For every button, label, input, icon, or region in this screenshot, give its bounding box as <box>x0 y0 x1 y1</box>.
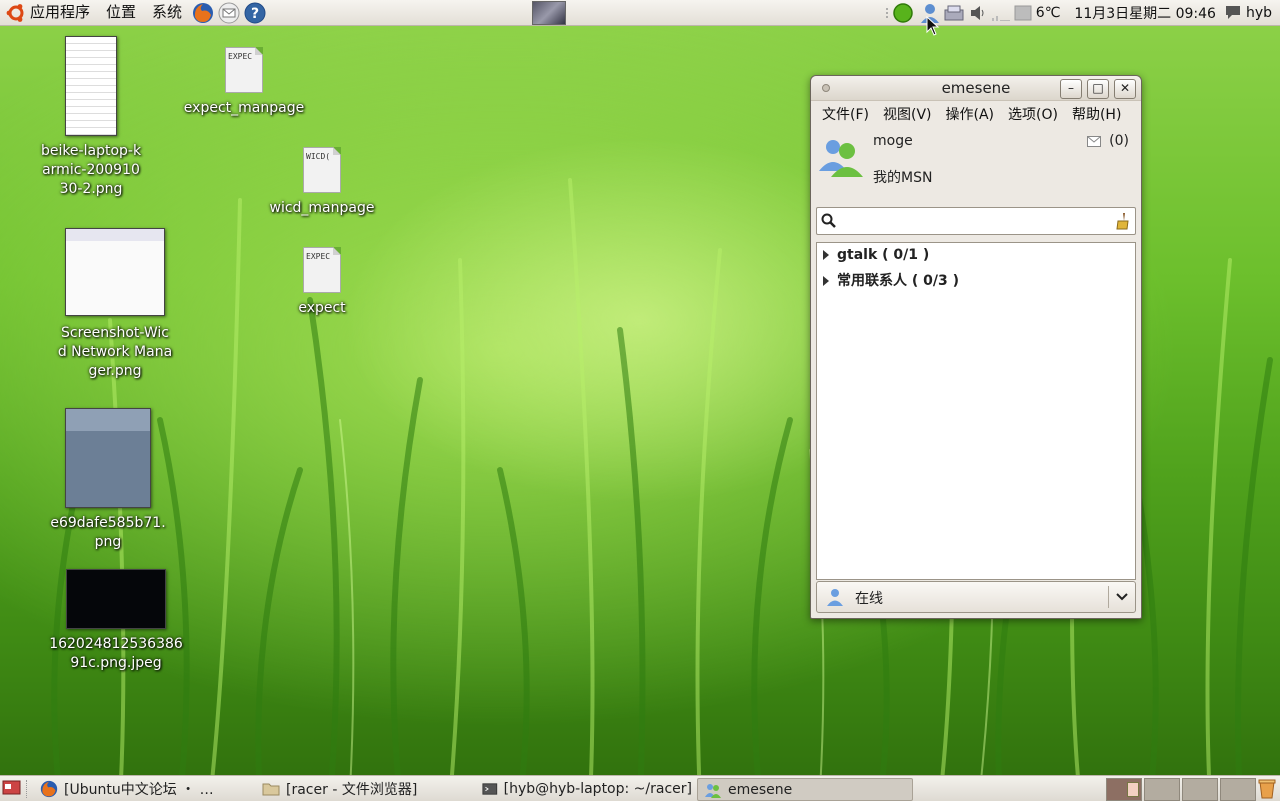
status-selector[interactable]: 在线 <box>816 581 1136 613</box>
firefox-icon <box>40 780 58 797</box>
expand-arrow-icon[interactable] <box>823 276 829 286</box>
show-desktop-icon[interactable] <box>2 779 22 797</box>
wireless-signal-icon[interactable] <box>988 2 1014 24</box>
contact-list[interactable]: gtalk ( 0/1 ) 常用联系人 ( 0/3 ) <box>816 242 1136 580</box>
tray-handle-icon <box>885 7 888 18</box>
taskbar-item-emesene[interactable]: emesene <box>697 778 913 801</box>
menubar: 文件(F) 视图(V) 操作(A) 选项(O) 帮助(H) <box>811 101 1141 127</box>
menu-view[interactable]: 视图(V) <box>876 104 939 124</box>
image-thumbnail <box>65 36 117 136</box>
image-thumbnail <box>65 408 151 508</box>
weather-temperature[interactable]: 6℃ <box>1032 5 1065 21</box>
text-file-icon: EXPEC <box>303 247 341 293</box>
volume-icon[interactable] <box>968 2 988 24</box>
clear-brush-icon[interactable] <box>1115 212 1129 230</box>
taskbar-item-label: [Ubuntu中文论坛 ・ … <box>64 781 214 798</box>
contact-group-frequent[interactable]: 常用联系人 ( 0/3 ) <box>823 270 959 290</box>
menu-applications[interactable]: 应用程序 <box>28 0 98 25</box>
desktop-icon-jpeg[interactable]: 16202481253638691c.png.jpeg <box>46 569 186 673</box>
bottom-panel: [Ubuntu中文论坛 ・ … [racer - 文件浏览器] [hyb@hyb… <box>0 775 1280 801</box>
menu-file[interactable]: 文件(F) <box>815 104 876 124</box>
trash-icon[interactable] <box>1256 777 1278 799</box>
status-user-icon <box>827 589 843 606</box>
menu-actions[interactable]: 操作(A) <box>939 104 1002 124</box>
top-panel: 应用程序 位置 系统 ? 6℃ 11月3日星期二 09:46 hyb <box>0 0 1280 26</box>
svg-text:?: ? <box>251 6 259 22</box>
menu-system[interactable]: 系统 <box>144 0 190 25</box>
user-name[interactable]: hyb <box>1242 5 1280 21</box>
desktop-icon-label: Screenshot-Wicd Network Manager.png <box>57 325 173 379</box>
window-titlebar[interactable]: emesene – □ ✕ <box>811 76 1141 101</box>
taskbar-item-terminal[interactable]: [hyb@hyb-laptop: ~/racer] <box>482 778 692 799</box>
user-panel: moge 我的MSN (0) <box>811 127 1141 199</box>
text-file-icon: EXPEC <box>225 47 263 93</box>
contact-search-field[interactable] <box>816 207 1136 235</box>
weather-icon[interactable] <box>1014 2 1032 24</box>
mail-count: (0) <box>1109 133 1129 149</box>
mail-icon[interactable] <box>218 2 240 24</box>
desktop-icon-label: wicd_manpage <box>269 200 375 216</box>
desktop-icon-beike[interactable]: beike-laptop-karmic-20091030-2.png <box>21 36 161 199</box>
expand-arrow-icon[interactable] <box>823 250 829 260</box>
desktop-icon-label: expect <box>298 300 346 316</box>
avatar-icon[interactable] <box>817 135 865 177</box>
maximize-button[interactable]: □ <box>1087 79 1109 99</box>
user-chat-icon[interactable] <box>1224 3 1242 23</box>
window-thumbnail-icon[interactable] <box>532 1 566 25</box>
desktop-icon-expect[interactable]: EXPEC expect <box>252 247 392 318</box>
menu-help[interactable]: 帮助(H) <box>1065 104 1128 124</box>
personal-message[interactable]: 我的MSN <box>873 167 932 187</box>
workspace-4[interactable] <box>1220 778 1256 801</box>
firefox-icon[interactable] <box>192 2 214 24</box>
search-input[interactable] <box>841 210 1105 232</box>
taskbar-item-firefox[interactable]: [Ubuntu中文论坛 ・ … <box>40 778 255 799</box>
taskbar-item-label: emesene <box>728 781 793 798</box>
envelope-icon <box>1087 135 1102 147</box>
mouse-cursor-icon <box>926 16 940 36</box>
ubuntu-logo-icon[interactable] <box>6 3 26 23</box>
taskbar-item-label: [hyb@hyb-laptop: ~/racer] <box>503 780 692 797</box>
text-file-icon: WICD( <box>303 147 341 193</box>
workspace-1[interactable] <box>1106 778 1142 801</box>
minimize-button[interactable]: – <box>1060 79 1082 99</box>
desktop-icon-wicd-manpage[interactable]: WICD( wicd_manpage <box>252 147 392 218</box>
workspace-3[interactable] <box>1182 778 1218 801</box>
taskbar-item-file-browser[interactable]: [racer - 文件浏览器] <box>262 778 472 799</box>
help-icon[interactable]: ? <box>244 2 266 24</box>
close-button[interactable]: ✕ <box>1114 79 1136 99</box>
desktop-icon-label: 16202481253638691c.png.jpeg <box>49 636 183 671</box>
desktop-icon-expect-manpage[interactable]: EXPEC expect_manpage <box>174 47 314 118</box>
emesene-window[interactable]: emesene – □ ✕ 文件(F) 视图(V) 操作(A) 选项(O) 帮助… <box>810 75 1142 619</box>
taskbar-item-label: [racer - 文件浏览器] <box>286 781 418 798</box>
menu-options[interactable]: 选项(O) <box>1001 104 1065 124</box>
workspace-2[interactable] <box>1144 778 1180 801</box>
terminal-icon <box>482 782 498 795</box>
status-dropdown-separator <box>1108 586 1109 608</box>
emesene-icon <box>705 783 721 798</box>
system-tray: 6℃ 11月3日星期二 09:46 hyb <box>882 0 1280 25</box>
chevron-down-icon[interactable] <box>1115 592 1129 602</box>
desktop-icon-e69dafe[interactable]: e69dafe585b71.png <box>38 408 178 552</box>
desktop-icon-label: expect_manpage <box>183 100 305 116</box>
desktop-icon-label: beike-laptop-karmic-20091030-2.png <box>40 143 142 197</box>
search-icon <box>821 213 836 228</box>
mail-counter[interactable]: (0) <box>1087 133 1129 149</box>
menu-places[interactable]: 位置 <box>98 0 144 25</box>
image-thumbnail <box>66 569 166 629</box>
status-label: 在线 <box>855 591 883 607</box>
clock[interactable]: 11月3日星期二 09:46 <box>1070 3 1220 23</box>
panel-separator <box>26 780 29 798</box>
network-icon[interactable] <box>942 2 968 24</box>
image-thumbnail <box>65 228 165 316</box>
username[interactable]: moge <box>873 133 913 149</box>
desktop-icon-screenshot-wicd[interactable]: Screenshot-Wicd Network Manager.png <box>45 228 185 381</box>
status-online-icon[interactable] <box>892 2 914 24</box>
desktop-icon-label: e69dafe585b71.png <box>50 515 166 550</box>
contact-group-gtalk[interactable]: gtalk ( 0/1 ) <box>823 247 929 263</box>
folder-icon <box>262 783 280 795</box>
